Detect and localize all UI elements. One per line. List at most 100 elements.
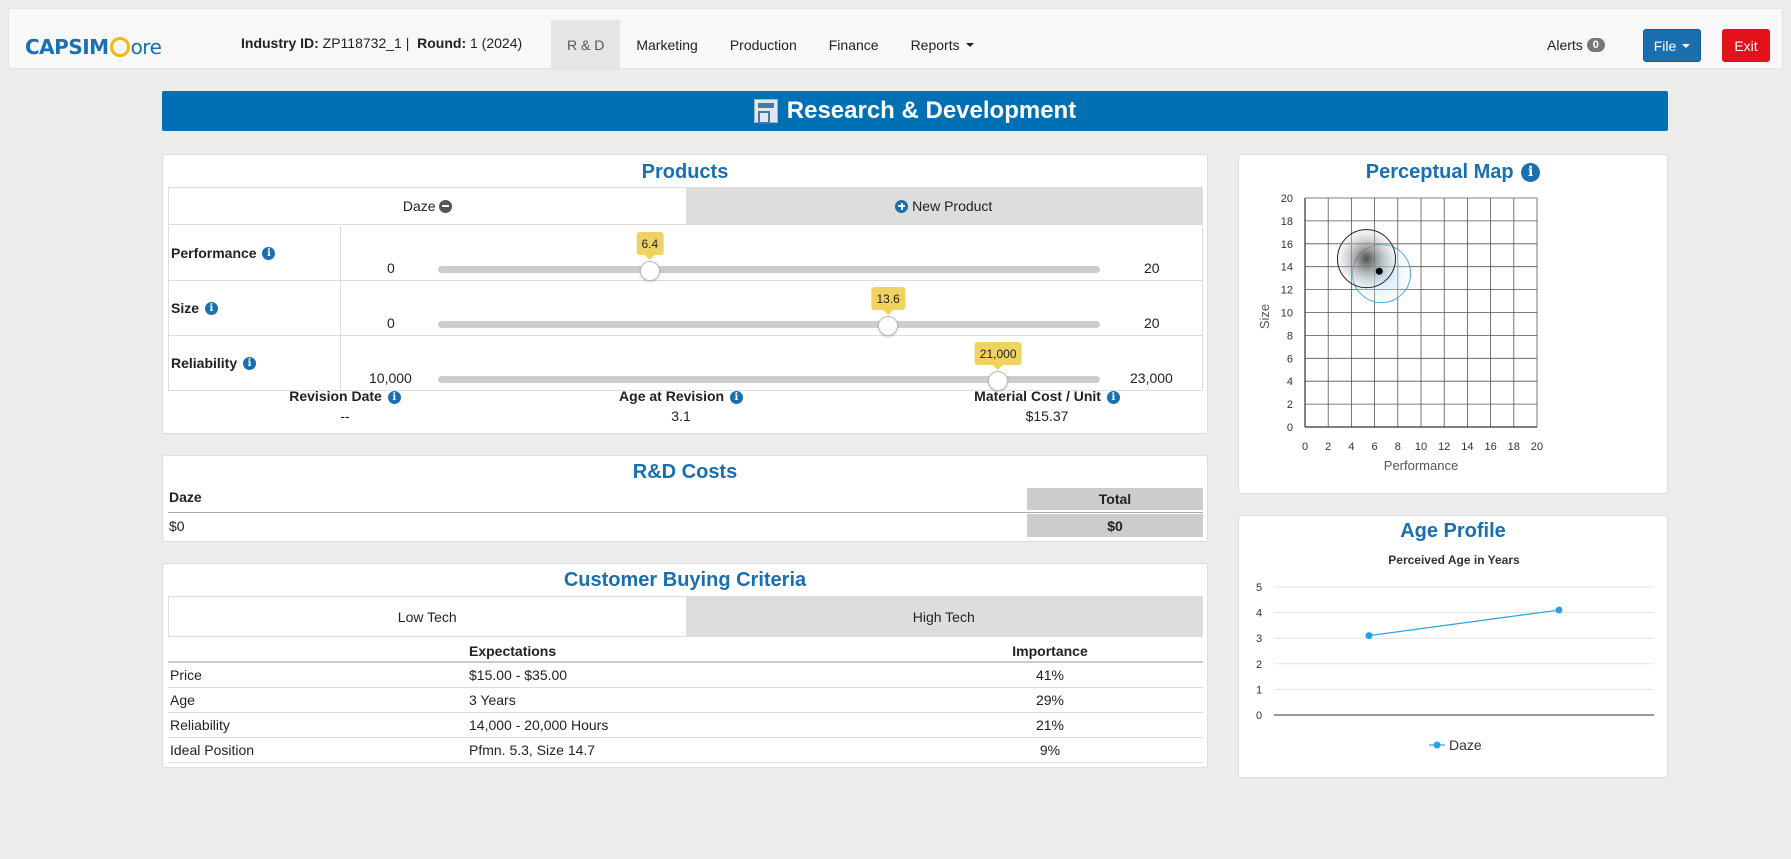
new-product-label: New Product	[912, 198, 993, 214]
x-axis-label: Performance	[1384, 458, 1458, 473]
size-slider-row: Size i 0 13.6 20	[168, 281, 1203, 336]
info-icon[interactable]: i	[243, 356, 257, 370]
legend-marker	[1433, 741, 1441, 749]
y-tick-label: 4	[1287, 376, 1293, 388]
round-value: 1 (2024)	[470, 35, 523, 51]
slider-min-label: 10,000	[369, 370, 412, 386]
product-tabs: Daze New Product	[168, 187, 1203, 225]
nav-tab-label: Finance	[828, 37, 879, 53]
criterion-importance: 41%	[897, 662, 1203, 688]
slider-label-text: Reliability	[171, 355, 238, 371]
new-product-tab[interactable]: New Product	[685, 188, 1202, 224]
criterion-expectation: 3 Years	[469, 687, 897, 713]
stat-label: Revision Date	[289, 388, 382, 404]
x-tick-label: 0	[1302, 441, 1308, 453]
round-label: Round:	[417, 35, 467, 51]
info-icon[interactable]: i	[1106, 390, 1120, 404]
remove-product-icon[interactable]	[438, 199, 452, 213]
buying-criteria-panel: Customer Buying Criteria Low Tech High T…	[162, 563, 1208, 768]
x-tick-label: 16	[1484, 441, 1496, 453]
header-importance: Importance	[897, 640, 1203, 663]
nav-tab-rd[interactable]: R & D	[551, 20, 621, 70]
logo-capsim-text: CAPSIM	[25, 35, 109, 59]
perceptual-map-chart[interactable]: 00 2 2 4 4 6 6 8 8 10 10 12 12 14 14 16 16 18 18 20 20 Perfor…	[1239, 155, 1669, 495]
tab-high-tech[interactable]: High Tech	[685, 597, 1202, 636]
nav-tab-production[interactable]: Production	[714, 20, 813, 70]
size-label: Size i	[169, 281, 341, 335]
exit-button[interactable]: Exit	[1722, 29, 1770, 62]
capsim-core-logo[interactable]: CAPSIM ore	[25, 35, 162, 59]
cost-total-header: Total	[1027, 488, 1203, 510]
age-at-revision-stat: Age at Revision i 3.1	[561, 388, 801, 424]
x-tick-label: 12	[1438, 441, 1450, 453]
caret-down-icon	[1682, 43, 1691, 48]
segment-circle-ideal	[1336, 229, 1396, 289]
performance-slider-track[interactable]	[438, 266, 1100, 273]
criterion-importance: 29%	[897, 687, 1203, 713]
stat-value: $15.37	[1025, 408, 1069, 424]
product-point-daze	[1375, 267, 1383, 275]
products-panel: Products Daze New Product Performance i …	[162, 154, 1208, 434]
info-icon[interactable]: i	[729, 390, 743, 404]
y-tick-label: 5	[1256, 582, 1262, 594]
buying-criteria-title: Customer Buying Criteria	[563, 569, 807, 591]
size-slider-track[interactable]	[438, 321, 1100, 328]
x-tick-label: 20	[1531, 441, 1543, 453]
rd-costs-title: R&D Costs	[632, 461, 738, 483]
table-row: Price $15.00 - $35.00 41%	[168, 662, 1203, 688]
perceptual-map-panel: Perceptual Map i 0 0 2 2 4 4 6 6 8 8 10 10 12 12 14 14 1…	[1238, 154, 1668, 494]
table-row: Ideal Position Pfmn. 5.3, Size 14.7 9%	[168, 737, 1203, 763]
page-header: Research & Development	[162, 91, 1668, 131]
main-nav: R & D Marketing Production Finance Repor…	[551, 20, 990, 70]
nav-tab-label: Marketing	[636, 37, 698, 53]
stat-value: 3.1	[671, 408, 691, 424]
size-slider-handle[interactable]	[878, 316, 899, 336]
alerts-link[interactable]: Alerts 0	[1547, 37, 1605, 53]
product-tab-label: Daze	[402, 198, 436, 214]
industry-info: Industry ID: ZP118732_1 | Round: 1 (2024…	[241, 35, 522, 51]
chart-subtitle: Perceived Age in Years	[1388, 553, 1520, 567]
criteria-table: Expectations Importance Price $15.00 - $…	[168, 640, 1203, 763]
logo-core-text: ore	[130, 35, 162, 59]
table-header-row: Expectations Importance	[168, 640, 1203, 663]
revision-date-stat: Revision Date i --	[225, 388, 465, 424]
criterion-expectation: Pfmn. 5.3, Size 14.7	[469, 737, 897, 763]
file-button[interactable]: File	[1643, 29, 1701, 62]
industry-id-value: ZP118732_1 |	[322, 35, 410, 51]
cost-product-header: Daze	[169, 489, 202, 505]
y-tick-label: 8	[1287, 330, 1293, 342]
add-product-icon	[895, 199, 909, 213]
criterion-name: Price	[168, 662, 469, 688]
performance-slider-handle[interactable]	[639, 261, 660, 281]
nav-tab-finance[interactable]: Finance	[813, 20, 895, 70]
y-tick-label: 2	[1256, 659, 1262, 671]
criterion-name: Reliability	[168, 712, 469, 738]
nav-tab-marketing[interactable]: Marketing	[620, 20, 713, 70]
info-icon[interactable]: i	[204, 301, 218, 315]
logo-c-ring-icon	[109, 37, 130, 57]
y-tick-label: 12	[1281, 285, 1293, 297]
cost-product-value: $0	[169, 518, 185, 534]
slider-label-text: Performance	[171, 245, 257, 261]
file-button-label: File	[1653, 37, 1677, 54]
x-tick-label: 18	[1508, 441, 1520, 453]
slider-min-label: 0	[387, 260, 395, 276]
criterion-expectation: 14,000 - 20,000 Hours	[469, 712, 897, 738]
product-stats: Revision Date i -- Age at Revision i 3.1…	[163, 388, 1207, 428]
info-icon[interactable]: i	[387, 390, 401, 404]
x-tick-label: 6	[1372, 441, 1378, 453]
tab-label: High Tech	[912, 608, 975, 625]
info-icon[interactable]: i	[262, 246, 276, 260]
y-tick-label: 1	[1256, 684, 1262, 696]
criterion-name: Age	[168, 687, 469, 713]
tab-low-tech[interactable]: Low Tech	[169, 597, 686, 636]
product-tab-daze[interactable]: Daze	[169, 188, 686, 224]
slider-max-label: 23,000	[1130, 370, 1173, 386]
performance-slider-row: Performance i 0 6.4 20	[168, 226, 1203, 281]
divider	[168, 512, 1203, 513]
industry-id-label: Industry ID:	[241, 35, 319, 51]
x-tick-label: 8	[1395, 441, 1401, 453]
header-expectations: Expectations	[469, 640, 897, 663]
nav-tab-reports[interactable]: Reports	[895, 20, 990, 70]
table-row: Age 3 Years 29%	[168, 687, 1203, 713]
